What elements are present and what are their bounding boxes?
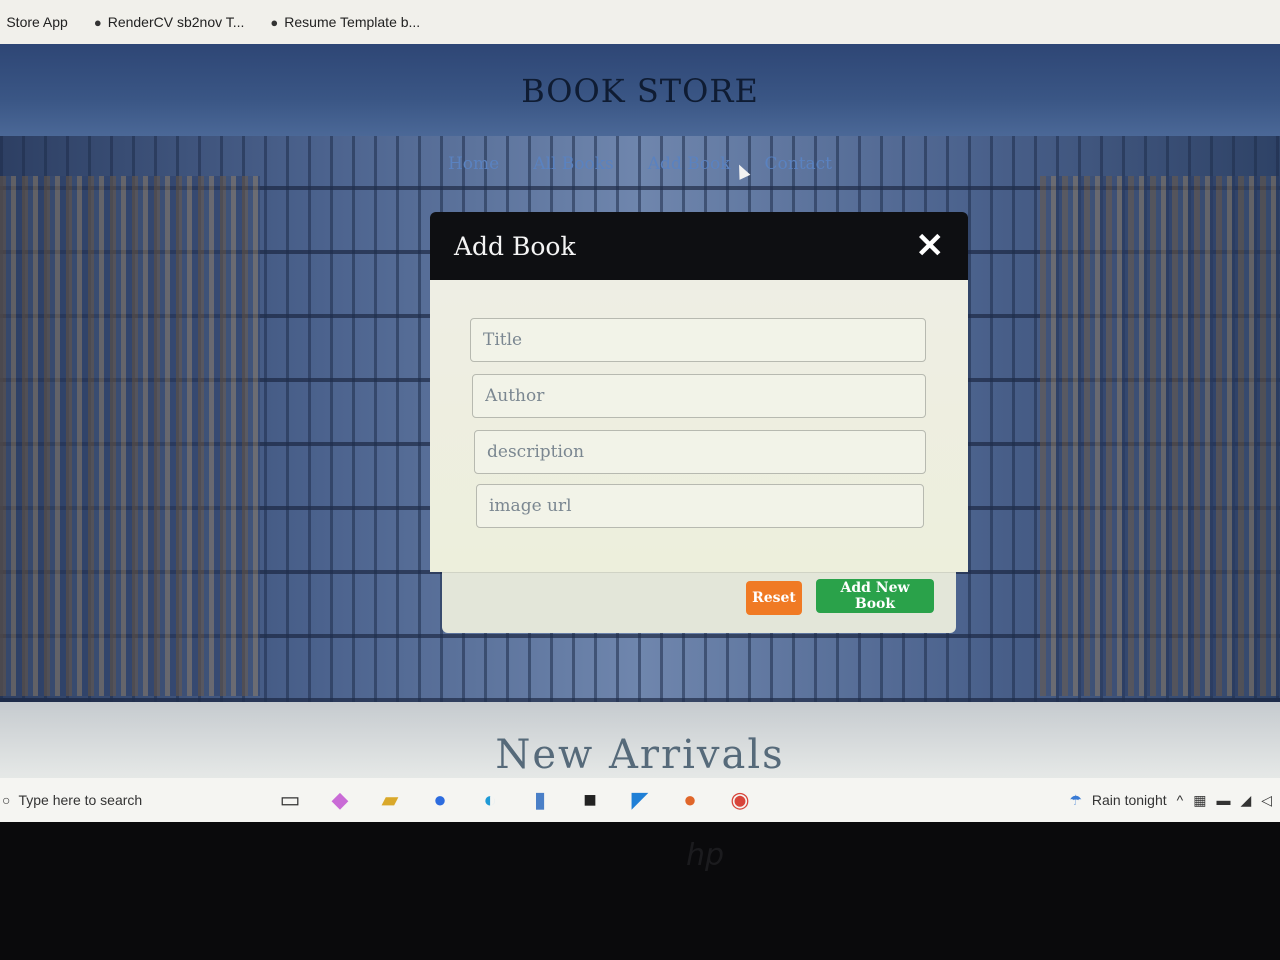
battery-icon[interactable]: ▬ bbox=[1216, 792, 1230, 808]
github-icon: ● bbox=[270, 14, 279, 30]
file-explorer-icon[interactable]: ▰ bbox=[372, 782, 408, 818]
edge-icon[interactable]: ◐ bbox=[472, 782, 508, 818]
system-tray: ☂ Rain tonight ^ ▦ ▬ ◢ ◁ bbox=[1069, 778, 1272, 822]
modal-header: Add Book ✕ bbox=[430, 212, 968, 280]
chrome-icon[interactable]: ◉ bbox=[722, 782, 758, 818]
nav-home[interactable]: Home bbox=[448, 154, 499, 174]
browser-screen: ‹ Store App ● RenderCV sb2nov T... ● Res… bbox=[0, 0, 1280, 822]
vscode-icon[interactable]: ◤ bbox=[622, 782, 658, 818]
zoom-icon[interactable]: ● bbox=[422, 782, 458, 818]
add-new-book-button[interactable]: Add New Book bbox=[816, 579, 934, 613]
weather-icon: ☂ bbox=[1069, 791, 1082, 808]
network-icon[interactable]: ▦ bbox=[1193, 792, 1206, 809]
terminal-icon[interactable]: ■ bbox=[572, 782, 608, 818]
site-header: BOOK STORE bbox=[0, 44, 1280, 136]
site-title: BOOK STORE bbox=[521, 72, 759, 110]
windows-taskbar: ○ Type here to search ▭ ◆ ▰ ● ◐ ▮ ■ ◤ ● … bbox=[0, 778, 1280, 822]
nav-contact[interactable]: Contact bbox=[765, 154, 833, 174]
nav-add-book[interactable]: Add Book bbox=[648, 154, 731, 174]
weather-text[interactable]: Rain tonight bbox=[1092, 792, 1167, 808]
bookshelf-right-image bbox=[1040, 176, 1280, 696]
image-url-input[interactable] bbox=[476, 484, 924, 528]
taskbar-search-placeholder: Type here to search bbox=[18, 792, 143, 808]
modal-body bbox=[430, 280, 968, 572]
title-input[interactable] bbox=[470, 318, 926, 362]
add-book-modal: Add Book ✕ Reset Add New Book bbox=[430, 212, 968, 633]
taskbar-search[interactable]: ○ Type here to search bbox=[0, 778, 272, 822]
modal-footer: Reset Add New Book bbox=[442, 572, 956, 633]
volume-icon[interactable]: ◁ bbox=[1261, 792, 1272, 809]
github-icon: ● bbox=[93, 14, 102, 30]
main-nav: Home All Books Add Book Contact bbox=[0, 136, 1280, 192]
bookmark-label: Resume Template b... bbox=[284, 14, 421, 30]
postman-icon[interactable]: ● bbox=[672, 782, 708, 818]
reset-button[interactable]: Reset bbox=[746, 581, 802, 615]
author-input[interactable] bbox=[472, 374, 926, 418]
bookmark-label: RenderCV sb2nov T... bbox=[107, 14, 245, 30]
hp-logo-icon: hp bbox=[686, 838, 725, 873]
chevron-up-icon[interactable]: ^ bbox=[1177, 792, 1184, 808]
bookshelf-left-image bbox=[0, 176, 260, 696]
nav-all-books[interactable]: All Books bbox=[533, 154, 614, 174]
bookmark-store-app[interactable]: ‹ Store App bbox=[0, 14, 68, 30]
description-input[interactable] bbox=[474, 430, 926, 474]
wifi-icon[interactable]: ◢ bbox=[1240, 792, 1251, 809]
bookmark-label: Store App bbox=[6, 14, 68, 30]
modal-title: Add Book bbox=[454, 231, 576, 261]
close-icon[interactable]: ✕ bbox=[916, 229, 945, 263]
bookmarks-bar: ‹ Store App ● RenderCV sb2nov T... ● Res… bbox=[0, 0, 1280, 44]
new-arrivals-heading: New Arrivals bbox=[495, 732, 785, 778]
store-icon[interactable]: ▮ bbox=[522, 782, 558, 818]
bookmark-rendercv[interactable]: ● RenderCV sb2nov T... bbox=[94, 14, 245, 30]
bookmark-resume-template[interactable]: ● Resume Template b... bbox=[270, 14, 420, 30]
task-view-icon[interactable]: ▭ bbox=[272, 782, 308, 818]
copilot-icon[interactable]: ◆ bbox=[322, 782, 358, 818]
search-icon: ○ bbox=[2, 792, 11, 808]
laptop-bezel bbox=[0, 822, 1280, 960]
